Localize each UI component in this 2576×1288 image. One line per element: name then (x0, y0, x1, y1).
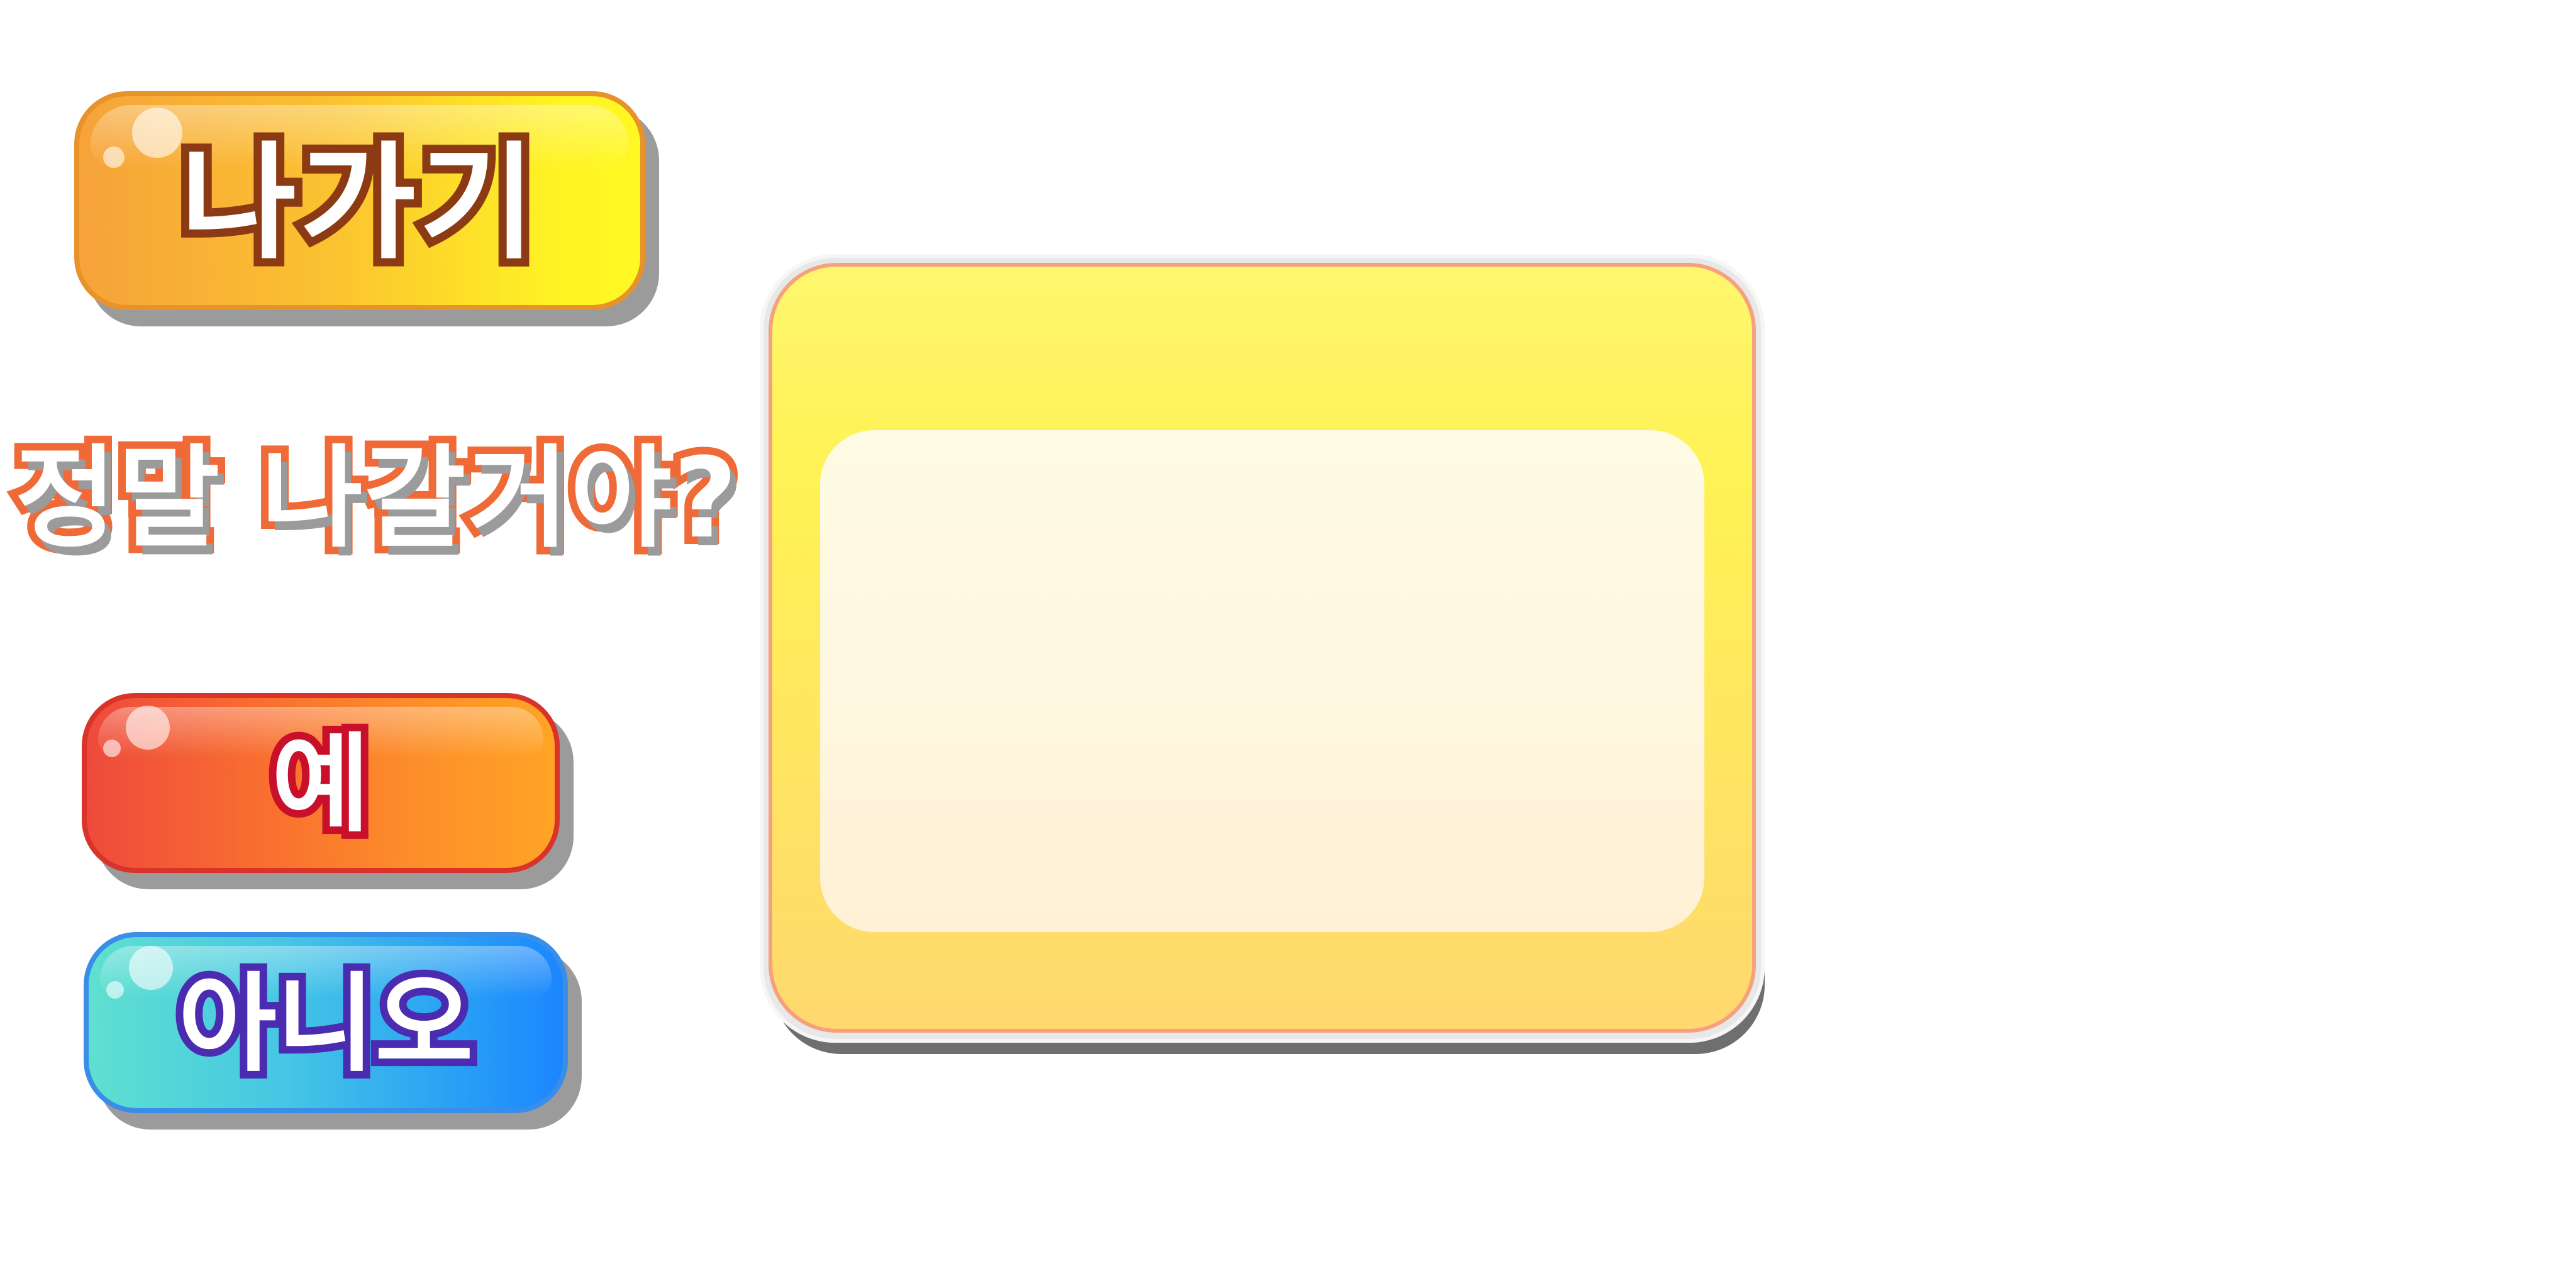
exit-button[interactable]: 나가기 (74, 91, 659, 326)
gloss-bubble-icon (132, 108, 182, 158)
confirm-question: 정말 나갈거야? (8, 420, 745, 577)
gloss-bubble-icon (129, 946, 173, 990)
gloss-bubble-small-icon (103, 147, 125, 168)
dialog-panel-content-area (820, 430, 1704, 932)
game-ui-stage: 나가기 정말 나갈거야? 예 아니오 (0, 0, 2576, 1288)
no-button[interactable]: 아니오 (84, 932, 582, 1130)
gloss-bubble-small-icon (106, 981, 124, 999)
no-button-label: 아니오 (170, 962, 480, 1087)
gloss-bubble-small-icon (103, 740, 121, 757)
yes-button-label: 예 (264, 723, 377, 847)
confirm-question-text: 정말 나갈거야? (8, 434, 745, 563)
yes-button[interactable]: 예 (82, 693, 574, 889)
gloss-bubble-icon (126, 706, 170, 750)
exit-button-label: 나가기 (172, 130, 543, 277)
